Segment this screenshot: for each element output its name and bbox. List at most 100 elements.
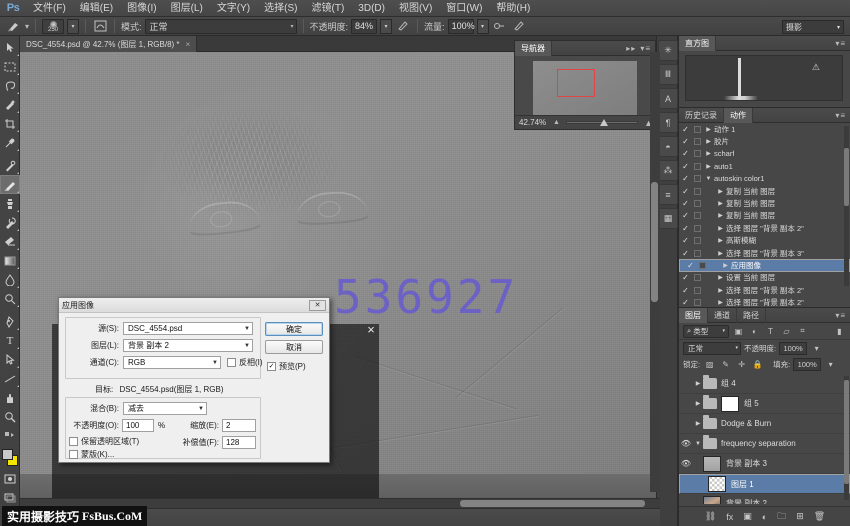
scrollbar-thumb[interactable] [651,182,658,302]
preserve-transparency-checkbox[interactable]: 保留透明区域(T) [69,436,139,447]
action-enabled-check[interactable]: ✓ [679,125,692,134]
lock-all-icon[interactable]: 🔒 [751,358,764,371]
navigator-zoom-slider[interactable] [566,121,638,124]
tool-zoom[interactable] [0,407,20,426]
apply-image-dialog[interactable]: 应用图像 ✕ 源(S): DSC_4554.psd ▼ 图层(L): 背景 副本… [58,297,330,463]
fill-stepper-icon[interactable]: ▾ [824,358,837,371]
action-enabled-check[interactable]: ✓ [679,162,692,171]
tool-quick-selection[interactable] [0,95,20,114]
action-enabled-check[interactable]: ✓ [679,174,692,183]
menu-filter[interactable]: 滤镜(T) [305,0,352,17]
filter-toggle-switch[interactable]: ▮ [833,325,846,338]
action-dialog-toggle[interactable] [692,299,703,306]
menu-layer[interactable]: 图层(L) [164,0,210,17]
action-row[interactable]: ✓▶高斯模糊 [679,235,850,247]
action-row[interactable]: ✓▶选择 图层 "背景 副本 2" [679,222,850,234]
dock-timeline-icon[interactable]: ≡ [658,184,678,205]
chevron-right-icon[interactable]: ▶ [693,420,703,427]
layer-select[interactable]: 背景 副本 2 ▼ [123,339,253,352]
action-row[interactable]: ✓▶设置 当前 图层 [679,272,850,284]
chevron-right-icon[interactable]: ▶ [715,225,726,232]
flow-pressure-icon[interactable] [511,18,527,34]
chevron-down-icon[interactable]: ▼ [703,176,714,182]
layer-style-icon[interactable]: fx [726,512,733,522]
action-dialog-toggle[interactable] [692,212,703,219]
action-enabled-check[interactable]: ✓ [679,224,692,233]
chevron-right-icon[interactable]: ▶ [703,150,714,157]
scale-input[interactable]: 2 [222,419,256,432]
adjustment-layer-icon[interactable]: ◐ [762,512,767,522]
menu-type[interactable]: 文字(Y) [210,0,257,17]
cancel-button[interactable]: 取消 [265,340,323,354]
offset-input[interactable]: 128 [222,436,256,449]
tab-channels[interactable]: 通道 [708,308,737,323]
menu-select[interactable]: 选择(S) [257,0,304,17]
tool-clone-stamp[interactable] [0,194,20,213]
layer-blend-mode-select[interactable]: 正常 ▾ [683,342,741,355]
close-icon[interactable]: ✕ [309,300,326,311]
action-dialog-toggle[interactable] [692,175,703,182]
add-mask-icon[interactable]: ▣ [743,511,752,522]
menu-file[interactable]: 文件(F) [26,0,73,17]
filter-pixel-icon[interactable]: ▣ [732,325,745,338]
tool-edit-toolbar[interactable] [0,426,20,445]
tool-dodge[interactable] [0,289,20,308]
group-folder-icon[interactable] [703,398,717,409]
navigator-thumbnail[interactable] [533,61,637,115]
tool-lasso[interactable] [0,76,20,95]
layer-visibility-icon[interactable]: 👁 [679,439,693,448]
workspace-selector[interactable]: 摄影 ▾ [782,20,844,34]
opacity-pressure-icon[interactable] [395,18,411,34]
layer-fill-input[interactable]: 100% [793,358,821,371]
layer-mask-thumbnail[interactable] [721,396,739,412]
actions-scrollbar[interactable] [844,126,849,286]
action-enabled-check[interactable]: ✓ [679,286,692,295]
chevron-right-icon[interactable]: ▶ [715,188,726,195]
menu-edit[interactable]: 编辑(E) [73,0,120,17]
layer-row[interactable]: 👁背景 副本 3 [679,454,850,474]
action-dialog-toggle[interactable] [692,250,703,257]
navigator-view-rect[interactable] [557,69,595,97]
filter-smart-icon[interactable]: ⌗ [796,325,809,338]
filter-type-icon[interactable]: T [764,325,777,338]
mask-checkbox[interactable]: 蒙版(K)... [69,449,114,460]
dock-color-icon[interactable]: ◓ [658,136,678,157]
action-enabled-check[interactable]: ✓ [679,298,692,307]
action-row[interactable]: ✓▶auto1 [679,160,850,172]
action-dialog-toggle[interactable] [692,237,703,244]
tool-eyedropper[interactable] [0,133,20,152]
brush-panel-toggle-icon[interactable] [92,18,108,34]
action-dialog-toggle[interactable] [697,262,708,269]
delete-layer-icon[interactable]: 🗑 [814,511,825,522]
tool-history-brush[interactable] [0,213,20,232]
collapse-icon[interactable]: ▸▸ [626,44,640,53]
lock-transparent-icon[interactable]: ▨ [703,358,716,371]
brush-tool-icon[interactable] [6,18,22,34]
color-swatches[interactable] [0,447,20,469]
layer-visibility-icon[interactable]: 👁 [679,459,693,468]
scrollbar-thumb[interactable] [460,500,645,507]
chevron-right-icon[interactable]: ▶ [715,250,726,257]
screen-mode-toggle[interactable] [0,488,20,507]
dock-properties-icon[interactable]: ▦ [658,208,678,229]
panel-menu-icon[interactable]: ▾≡ [835,311,850,320]
action-enabled-check[interactable]: ✓ [679,137,692,146]
panel-menu-icon[interactable]: ▾≡ [835,111,850,120]
action-dialog-toggle[interactable] [692,150,703,157]
group-folder-icon[interactable] [703,418,717,429]
layers-scrollbar[interactable] [844,376,849,500]
blend-select[interactable]: 减去 ▼ [123,402,207,415]
action-row[interactable]: ✓▶动作 1 [679,123,850,135]
layer-row[interactable]: 👁▼frequency separation [679,434,850,454]
group-folder-icon[interactable] [703,438,717,449]
flow-slider-toggle[interactable]: ▾ [477,19,489,34]
chevron-right-icon[interactable]: ▶ [715,274,726,281]
action-row[interactable]: ✓▶选择 图层 "背景 副本 3" [679,247,850,259]
menu-image[interactable]: 图像(I) [120,0,163,17]
chevron-right-icon[interactable]: ▶ [715,200,726,207]
action-enabled-check[interactable]: ✓ [679,249,692,258]
dialog-overlay-close-icon[interactable]: × [364,322,378,336]
tool-healing-brush[interactable] [0,156,20,175]
panel-menu-icon[interactable]: ▾≡ [835,39,850,48]
layer-row[interactable]: ▶组 5 [679,394,850,414]
